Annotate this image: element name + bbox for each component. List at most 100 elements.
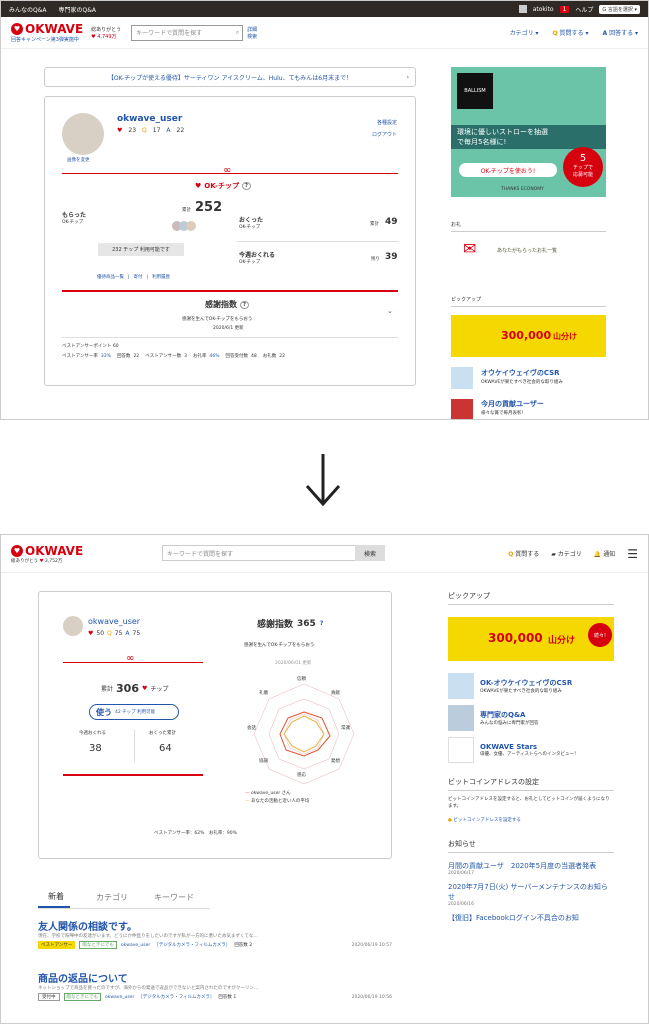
ask-menu[interactable]: Q 質問する ▾: [553, 28, 589, 37]
avatar[interactable]: [62, 113, 104, 155]
contrib-link[interactable]: 今月の貢献ユーザー: [481, 399, 544, 409]
status-badge: ベストアンサー: [38, 941, 76, 949]
thanks-link[interactable]: あなたがもらったお礼一覧: [497, 247, 557, 254]
menu-icon[interactable]: ☰: [627, 547, 638, 561]
question-title[interactable]: 友人関係の相談です。: [38, 918, 392, 933]
lang-select[interactable]: G 言語を選択 ▾: [599, 4, 640, 14]
a-icon: A: [166, 127, 171, 134]
divider: [62, 290, 398, 292]
contrib-image[interactable]: [451, 399, 473, 419]
pickup-heading: ピックアップ: [448, 591, 614, 605]
kansha-desc: 感謝を生んでOK-チップをもらおう: [182, 317, 253, 322]
arrow-down-icon: [305, 454, 341, 507]
news-item[interactable]: 月間の貢献ユーザ 2020年5月度の当選者発表 2020/06/17: [448, 861, 614, 876]
pickup-banner[interactable]: 300,000 山分け 続々!: [448, 617, 614, 661]
kansha-date: 2020/06/01 更新: [275, 661, 312, 666]
ask-button[interactable]: Q 質問する: [508, 549, 539, 558]
change-image-link[interactable]: 画像を変更: [67, 157, 90, 163]
detail-search[interactable]: 詳細 検索: [247, 26, 257, 40]
btc-heading: ビットコインアドレスの設定: [448, 777, 614, 791]
username[interactable]: atokito: [533, 6, 554, 13]
help-icon[interactable]: ?: [240, 300, 249, 309]
usable-chip[interactable]: 232 チップ 利用可能です: [98, 243, 184, 256]
answer-menu[interactable]: A 回答する ▾: [602, 28, 638, 37]
chevron-down-icon[interactable]: ⌄: [387, 307, 393, 315]
news-item[interactable]: 【復旧】Facebookログイン不具合のお知: [448, 913, 614, 923]
csr-item[interactable]: OK-オウケイウェイヴのCSR OKWAVEが果たすべき社会的な取り組み: [448, 673, 614, 699]
sent-sub: OK-チップ: [239, 225, 261, 230]
month-sub: OK-チップ: [239, 260, 261, 265]
profile-panel: okwave_user ♥ 50 Q 75 A 75 ∞ 累計 306 ♥ チップ 使う 42…: [38, 591, 392, 859]
settings-link[interactable]: 各種設定: [377, 119, 397, 126]
answer-count: 回答数 1: [218, 995, 237, 1000]
pickup-banner[interactable]: 300,000 山分け: [451, 315, 606, 357]
benefits-link[interactable]: 優待商品一覧: [97, 274, 124, 280]
nav-expert[interactable]: 専門家のQ&A: [59, 7, 97, 14]
question-title[interactable]: 商品の返品について: [38, 970, 392, 985]
question-user[interactable]: okwave_user: [121, 943, 150, 948]
thanks-label: 総ありがとう: [91, 26, 122, 33]
received-total: 252: [195, 200, 223, 215]
profile-name[interactable]: okwave_user: [88, 617, 140, 626]
avatar[interactable]: [63, 616, 83, 636]
ad-button[interactable]: OK-チップを使おう!: [459, 163, 557, 177]
csr-image[interactable]: [451, 367, 473, 389]
help-icon[interactable]: ?: [241, 182, 251, 190]
logout-link[interactable]: ログアウト: [372, 131, 397, 138]
tab-new[interactable]: 新着: [38, 887, 70, 908]
tab-keyword[interactable]: キーワード: [154, 888, 194, 907]
header: ♥ OKWAVE 回答キャンペーン第3弾実施中 総ありがとう ♥ 4,749万 キ…: [1, 17, 648, 49]
logo[interactable]: ♥ OKWAVE: [11, 544, 83, 558]
profile-name[interactable]: okwave_user: [117, 114, 182, 124]
thanks-count: ♥ 4,749万: [91, 33, 117, 40]
thanks-heading: お礼: [451, 222, 462, 228]
stats-row: ベストアンサー率 33% 回答数 22 ベストアンサー数 3 お礼率 46% 回答受付数…: [62, 353, 285, 360]
ad-banner[interactable]: BALLISM 環境に優しいストローを抽選 で毎月5名様に! OK-チップを使おう…: [451, 67, 606, 197]
expert-image: [448, 705, 474, 731]
search-button[interactable]: 検索: [355, 545, 385, 561]
notice-bar[interactable]: 【OK-チップが使える優待】サーティワン アイスクリーム、Hulu、てもみんは6…: [44, 67, 416, 87]
stats-footer: ベストアンサー率：62% お礼率：90%: [154, 831, 237, 836]
campaign-text[interactable]: 回答キャンペーン第3弾実施中: [11, 36, 83, 43]
month-left-label: 残り: [371, 257, 380, 262]
question-item[interactable]: 友人関係の相談です。 現在、学校で喧嘩中の友達がいます。どうにか仲直りをしたいの…: [38, 918, 392, 949]
csr-image: [448, 673, 474, 699]
help-link[interactable]: ヘルプ: [575, 5, 593, 14]
use-chip-button[interactable]: 使う 42 チップ 利用可能: [89, 704, 179, 720]
avatar[interactable]: [518, 5, 527, 13]
ad-text: 環境に優しいストローを抽選 で毎月5名様に!: [451, 125, 606, 149]
question-user[interactable]: okwave_user: [105, 995, 134, 1000]
notify-button[interactable]: 🔔 通知: [594, 549, 615, 558]
question-item[interactable]: 商品の返品について ネットショップで商品を買ったのですが、海外からの発送で返品が…: [38, 970, 392, 1001]
tab-category[interactable]: カテゴリ: [96, 888, 128, 907]
ba-points: ベストアンサーポイント 60: [62, 344, 119, 349]
avatar: [186, 221, 196, 231]
old-screenshot: みんなのQ&A 専門家のQ&A atokito 1 ヘルプ G 言語を選択 ▾ ♥…: [0, 0, 649, 420]
history-link[interactable]: 利用履歴: [152, 274, 170, 280]
donate-link[interactable]: 寄付: [134, 274, 143, 280]
supporter-avatars[interactable]: [172, 221, 196, 231]
search-input[interactable]: キーワードで質問を探す: [162, 545, 356, 561]
axis-label: 貢献: [331, 691, 340, 696]
nav-qa[interactable]: みんなのQ&A: [9, 7, 47, 14]
average-series: [283, 715, 325, 753]
category-menu[interactable]: カテゴリ ▾: [510, 28, 539, 37]
question-category[interactable]: ［デジタルカメラ・フィルムカメラ］: [154, 942, 230, 948]
expert-item[interactable]: 専門家のQ&A みんなの悩みに専門家が回答: [448, 705, 614, 731]
category-button[interactable]: ▰ カテゴリ: [551, 549, 582, 558]
axis-label: 発想: [331, 759, 340, 764]
csr-link[interactable]: オウケイウェイヴのCSR: [481, 368, 560, 378]
help-icon[interactable]: ?: [320, 620, 323, 627]
received-sub: OK-チップ: [62, 220, 84, 225]
notify-badge[interactable]: 1: [559, 5, 570, 13]
divider: [237, 241, 399, 242]
logo[interactable]: ♥ OKWAVE: [11, 22, 83, 36]
folder-icon: ▰: [551, 551, 556, 558]
divider: [451, 231, 606, 232]
search-icon[interactable]: ⌕: [233, 29, 242, 37]
news-item[interactable]: 2020年7月7日(火) サーバーメンテナンスのお知らせ 2020/06/16: [448, 882, 614, 907]
search-input[interactable]: キーワードで質問を探す ⌕: [131, 24, 244, 41]
question-category[interactable]: ［デジタルカメラ・フィルムカメラ］: [138, 994, 214, 1000]
btc-link[interactable]: ● ビットコインアドレスを設定する: [448, 817, 614, 823]
stars-item[interactable]: OKWAVE Stars 俳優、女優、アーティストらへのインタビュー！: [448, 737, 614, 763]
